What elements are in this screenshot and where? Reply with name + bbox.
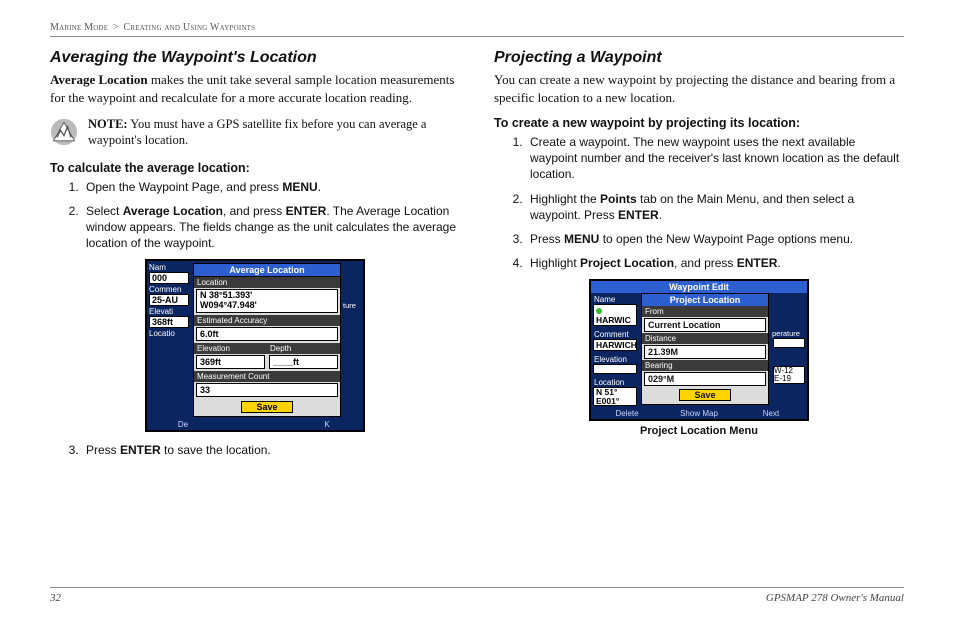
breadcrumb: Marine Mode > Creating and Using Waypoin… <box>50 22 904 37</box>
soft-delete[interactable]: Delete <box>591 408 663 419</box>
screen-avg: Nam 000 Commen 25-AU Elevati 368ft Locat… <box>145 259 365 432</box>
steps-right: Create a waypoint. The new waypoint uses… <box>494 134 904 271</box>
steps-left-cont: Press ENTER to save the location. <box>50 442 460 458</box>
step-l3: Press ENTER to save the location. <box>82 442 460 458</box>
crumb-1: Marine Mode <box>50 22 108 33</box>
step-r4: Highlight Project Location, and press EN… <box>526 255 904 271</box>
save-button[interactable]: Save <box>241 401 292 413</box>
step-r1: Create a waypoint. The new waypoint uses… <box>526 134 904 183</box>
lead-averaging: Average Location makes the unit take sev… <box>50 71 460 106</box>
lead-bold: Average Location <box>50 72 148 87</box>
step-r2: Highlight the Points tab on the Main Men… <box>526 191 904 223</box>
crumb-sep: > <box>113 22 119 33</box>
page-footer: 32 GPSMAP 278 Owner's Manual <box>50 587 904 604</box>
steps-title-right: To create a new waypoint by projecting i… <box>494 116 904 130</box>
col-right: Projecting a Waypoint You can create a n… <box>494 49 904 466</box>
figure-caption: Project Location Menu <box>640 425 758 437</box>
note: NOTE: You must have a GPS satellite fix … <box>50 116 460 149</box>
screen-project: Waypoint Edit Name HARWIC Comment HARWIC… <box>589 279 809 421</box>
step-l1: Open the Waypoint Page, and press MENU. <box>82 179 460 195</box>
step-r3: Press MENU to open the New Waypoint Page… <box>526 231 904 247</box>
heading-projecting: Projecting a Waypoint <box>494 49 904 67</box>
note-text: NOTE: You must have a GPS satellite fix … <box>88 116 460 149</box>
steps-title-left: To calculate the average location: <box>50 161 460 175</box>
manual-title: GPSMAP 278 Owner's Manual <box>766 592 904 604</box>
lead-projecting: You can create a new waypoint by project… <box>494 71 904 106</box>
page-number: 32 <box>50 592 61 604</box>
status-dot-icon <box>596 308 602 314</box>
crumb-2: Creating and Using Waypoints <box>124 22 256 33</box>
steps-left: Open the Waypoint Page, and press MENU. … <box>50 179 460 252</box>
figure-project-location: Waypoint Edit Name HARWIC Comment HARWIC… <box>494 279 904 437</box>
save-button[interactable]: Save <box>679 389 730 401</box>
step-l2: Select Average Location, and press ENTER… <box>82 203 460 252</box>
warning-triangle-icon <box>50 118 78 146</box>
col-left: Averaging the Waypoint's Location Averag… <box>50 49 460 466</box>
heading-averaging: Averaging the Waypoint's Location <box>50 49 460 67</box>
figure-average-location: Nam 000 Commen 25-AU Elevati 368ft Locat… <box>50 259 460 432</box>
soft-showmap[interactable]: Show Map <box>663 408 735 419</box>
soft-next[interactable]: Next <box>735 408 807 419</box>
